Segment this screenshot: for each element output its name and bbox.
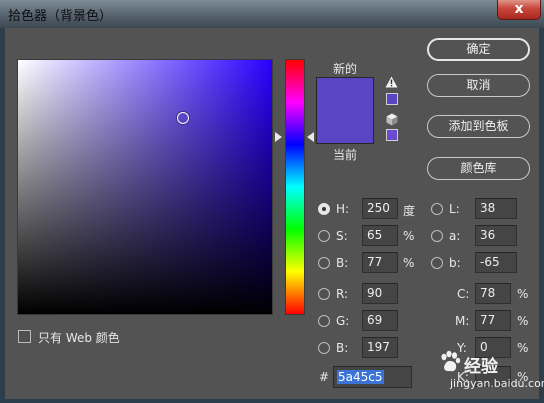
s-input[interactable]: 65 (362, 225, 398, 246)
paw-logo-icon (441, 350, 461, 372)
lab-b-input[interactable]: -65 (475, 252, 517, 273)
add-to-swatches-button[interactable]: 添加到色板 (427, 115, 530, 138)
c-unit: % (517, 287, 529, 301)
radio-h[interactable] (318, 203, 330, 215)
title-bar: 拾色器（背景色） x (0, 0, 544, 28)
m-input[interactable]: 77 (475, 310, 511, 331)
s-label: S: (336, 229, 348, 243)
radio-l[interactable] (431, 203, 443, 215)
new-color-swatch (316, 77, 374, 113)
new-color-label: 新的 (333, 62, 358, 76)
window-title: 拾色器（背景色） (8, 9, 113, 24)
radio-lab-b[interactable] (431, 257, 443, 269)
c-input[interactable]: 78 (475, 283, 511, 304)
watermark-text: 经验 (464, 357, 498, 377)
m-unit: % (517, 314, 529, 328)
radio-b[interactable] (318, 342, 330, 354)
brightness-unit: % (403, 256, 415, 270)
web-safe-cube-icon[interactable] (386, 113, 398, 126)
close-button[interactable]: x (497, 0, 541, 20)
g-label: G: (336, 314, 350, 328)
l-input[interactable]: 38 (475, 198, 517, 219)
brightness-label: B: (336, 256, 349, 270)
l-label: L: (449, 202, 460, 216)
h-input[interactable]: 250 (362, 198, 398, 219)
hue-slider[interactable] (285, 59, 305, 315)
a-input[interactable]: 36 (475, 225, 517, 246)
hex-input[interactable]: 5a45c5 (333, 366, 412, 388)
web-colors-label: 只有 Web 颜色 (38, 331, 120, 345)
hue-slider-left-handle[interactable] (275, 132, 282, 142)
hue-slider-right-handle[interactable] (307, 132, 314, 142)
color-libraries-button[interactable]: 颜色库 (427, 157, 530, 180)
lab-b-label: b: (449, 256, 461, 270)
s-unit: % (403, 229, 415, 243)
current-color-swatch[interactable] (316, 113, 374, 144)
watermark: 经验 jingyan.baidu.com (438, 350, 544, 402)
gamut-warning-icon[interactable] (385, 76, 398, 88)
b-label: B: (336, 341, 349, 355)
color-field-marker[interactable] (177, 112, 189, 124)
watermark-url: jingyan.baidu.com (450, 377, 544, 390)
radio-g[interactable] (318, 315, 330, 327)
web-safe-swatch[interactable] (386, 129, 398, 141)
color-field[interactable] (17, 59, 273, 315)
ok-button[interactable]: 确定 (427, 38, 530, 61)
radio-brightness[interactable] (318, 257, 330, 269)
b-input[interactable]: 197 (362, 337, 398, 358)
m-label: M: (455, 314, 470, 328)
gamut-correction-swatch[interactable] (386, 93, 398, 105)
web-colors-checkbox[interactable] (18, 330, 31, 343)
g-input[interactable]: 69 (362, 310, 398, 331)
a-label: a: (449, 229, 461, 243)
c-label: C: (457, 287, 470, 301)
hex-label: # (319, 370, 330, 384)
brightness-input[interactable]: 77 (362, 252, 398, 273)
h-unit: 度 (403, 204, 416, 218)
r-input[interactable]: 90 (362, 283, 398, 304)
current-color-label: 当前 (333, 148, 358, 162)
h-label: H: (336, 202, 350, 216)
radio-a[interactable] (431, 230, 443, 242)
cancel-button[interactable]: 取消 (427, 74, 530, 97)
radio-s[interactable] (318, 230, 330, 242)
hex-value: 5a45c5 (337, 370, 384, 384)
radio-r[interactable] (318, 288, 330, 300)
r-label: R: (336, 287, 349, 301)
